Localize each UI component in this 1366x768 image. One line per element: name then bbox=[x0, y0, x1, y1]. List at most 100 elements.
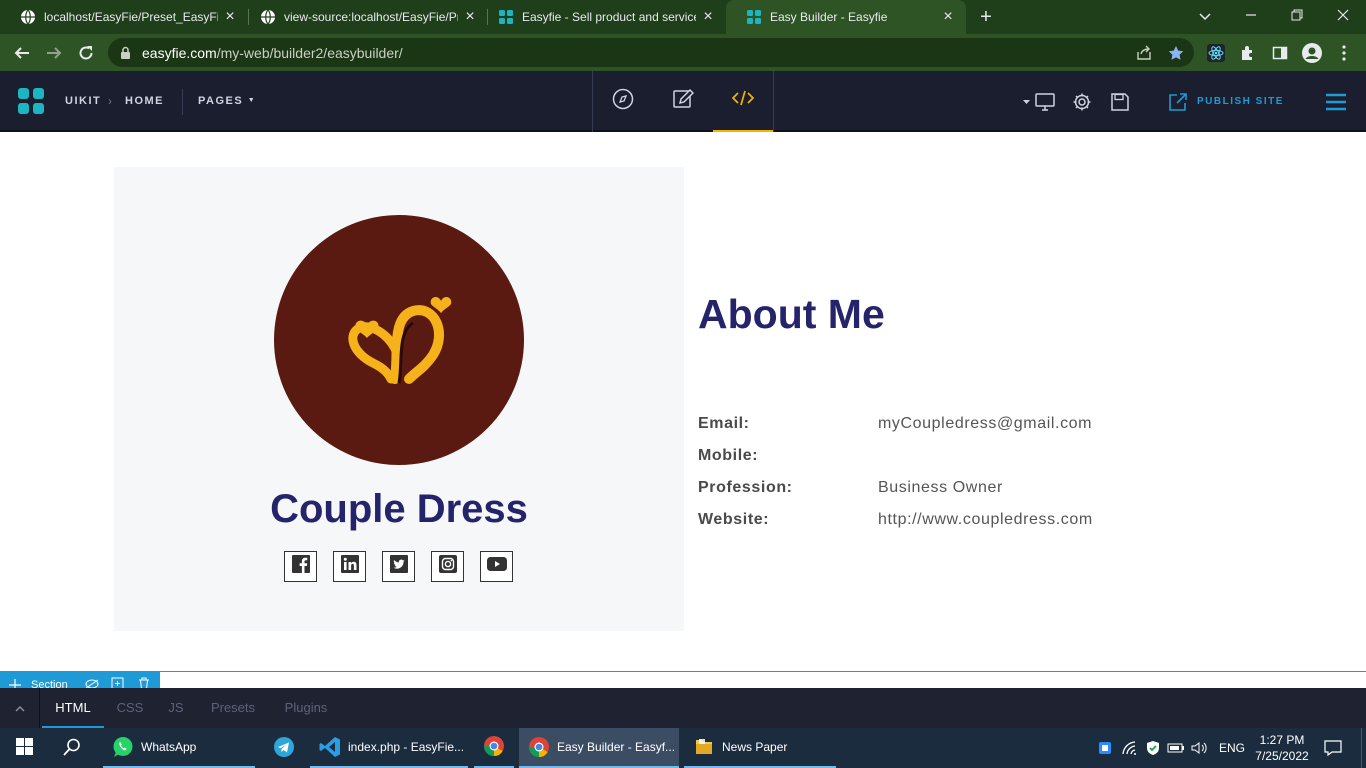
section-label: Section bbox=[31, 679, 68, 688]
publish-external-icon[interactable] bbox=[1166, 90, 1190, 114]
pages-label: PAGES bbox=[198, 95, 244, 107]
share-icon[interactable] bbox=[1134, 43, 1154, 63]
notifications-icon[interactable] bbox=[1323, 738, 1343, 758]
folder-icon bbox=[692, 735, 716, 759]
clock-time: 1:27 PM bbox=[1259, 733, 1305, 747]
linkedin-link[interactable] bbox=[333, 551, 366, 582]
search-button[interactable] bbox=[48, 728, 96, 768]
desktop-preview-icon[interactable] bbox=[1033, 90, 1057, 114]
profile-card: Couple Dress bbox=[114, 167, 684, 631]
builder-header: UIKIT › HOME PAGES ▼ PUBLISH SITE bbox=[0, 71, 1366, 132]
system-clock[interactable]: 1:27 PM 7/25/2022 bbox=[1251, 732, 1313, 764]
network-wifi-icon[interactable] bbox=[1120, 738, 1140, 758]
delete-trash-icon[interactable] bbox=[138, 677, 150, 688]
compass-icon bbox=[612, 88, 634, 115]
collapse-panel-button[interactable] bbox=[0, 688, 40, 728]
browser-tab-1[interactable]: localhost/EasyFie/Preset_EasyFie/ × bbox=[0, 0, 248, 34]
back-arrow-icon[interactable] bbox=[11, 42, 33, 64]
settings-gear-icon[interactable] bbox=[1070, 90, 1094, 114]
easyfie-logo-icon[interactable] bbox=[18, 88, 44, 119]
input-language[interactable]: ENG bbox=[1219, 741, 1245, 755]
browser-tab-4-active[interactable]: Easy Builder - Easyfie × bbox=[726, 0, 966, 34]
close-tab-icon[interactable]: × bbox=[700, 9, 716, 25]
builder-canvas: Couple Dress About Me Email: myCoupledre… bbox=[0, 133, 1366, 673]
facebook-link[interactable] bbox=[284, 551, 317, 582]
taskbar-app-whatsapp[interactable]: WhatsApp bbox=[103, 728, 255, 768]
browser-menu-icon[interactable] bbox=[1333, 42, 1355, 64]
app-label: WhatsApp bbox=[141, 740, 197, 754]
security-shield-icon[interactable] bbox=[1143, 738, 1163, 758]
new-tab-button[interactable]: + bbox=[976, 7, 996, 27]
volume-icon[interactable] bbox=[1190, 738, 1210, 758]
device-caret-down-icon[interactable] bbox=[1019, 90, 1033, 114]
instagram-link[interactable] bbox=[431, 551, 464, 582]
restore-icon[interactable] bbox=[1287, 6, 1307, 26]
info-value: http://www.coupledress.com bbox=[878, 511, 1093, 528]
info-value: Business Owner bbox=[878, 479, 1003, 496]
taskbar-app-vscode[interactable]: index.php - EasyFie... bbox=[310, 728, 468, 768]
taskbar-app-telegram[interactable] bbox=[264, 728, 304, 768]
youtube-link[interactable] bbox=[480, 551, 513, 582]
minimize-icon[interactable] bbox=[1241, 6, 1261, 26]
tab-presets[interactable]: Presets bbox=[203, 688, 263, 728]
battery-icon[interactable] bbox=[1166, 738, 1186, 758]
clock-date: 7/25/2022 bbox=[1255, 749, 1309, 763]
code-icon bbox=[731, 90, 755, 111]
tab-js[interactable]: JS bbox=[160, 688, 192, 728]
vscode-icon bbox=[318, 735, 342, 759]
forward-arrow-icon[interactable] bbox=[43, 42, 65, 64]
duplicate-icon[interactable] bbox=[111, 677, 125, 688]
tab-search-chevron-icon[interactable] bbox=[1195, 6, 1215, 26]
visibility-icon[interactable] bbox=[85, 679, 99, 688]
tab-css[interactable]: CSS bbox=[110, 688, 150, 728]
profile-avatar-icon[interactable] bbox=[1301, 42, 1323, 64]
app-label: Easy Builder - Easyf... bbox=[557, 740, 676, 754]
hamburger-menu-icon[interactable] bbox=[1324, 90, 1348, 114]
edit-mode-button[interactable] bbox=[653, 71, 713, 132]
linkedin-icon bbox=[340, 555, 359, 578]
start-button[interactable] bbox=[0, 728, 48, 768]
move-icon[interactable] bbox=[9, 679, 21, 688]
facebook-icon bbox=[291, 555, 310, 578]
app-label: index.php - EasyFie... bbox=[348, 740, 465, 754]
info-value: myCoupledress@gmail.com bbox=[878, 415, 1093, 432]
save-floppy-icon[interactable] bbox=[1108, 90, 1132, 114]
tab-plugins[interactable]: Plugins bbox=[276, 688, 336, 728]
close-tab-icon[interactable]: × bbox=[940, 9, 956, 25]
taskbar-app-chrome-builder[interactable]: Easy Builder - Easyf... bbox=[519, 728, 679, 768]
bookmark-star-icon[interactable] bbox=[1166, 43, 1186, 63]
pages-dropdown[interactable]: PAGES ▼ bbox=[198, 95, 256, 107]
compass-mode-button[interactable] bbox=[593, 71, 653, 132]
extensions-puzzle-icon[interactable] bbox=[1237, 42, 1259, 64]
reload-icon[interactable] bbox=[75, 42, 97, 64]
tab-html[interactable]: HTML bbox=[42, 688, 104, 728]
taskbar-app-news-paper[interactable]: News Paper bbox=[684, 728, 836, 768]
side-panel-icon[interactable] bbox=[1269, 42, 1291, 64]
address-bar[interactable]: easyfie.com/my-web/builder2/easybuilder/ bbox=[108, 38, 1194, 67]
react-devtools-icon[interactable] bbox=[1205, 42, 1227, 64]
code-editor-panel: HTML CSS JS Presets Plugins bbox=[0, 688, 1366, 728]
section-outline bbox=[0, 671, 1366, 672]
editor-mode-switcher bbox=[592, 71, 774, 132]
chevron-up-icon bbox=[15, 699, 25, 717]
breadcrumb-uikit[interactable]: UIKIT bbox=[65, 95, 101, 107]
taskbar-app-chrome[interactable] bbox=[474, 728, 514, 768]
profile-name-heading: Couple Dress bbox=[270, 487, 528, 531]
tray-app-icon[interactable] bbox=[1095, 738, 1115, 758]
publish-site-button[interactable]: PUBLISH SITE bbox=[1197, 96, 1284, 107]
browser-tab-2[interactable]: view-source:localhost/EasyFie/Pr × bbox=[240, 0, 488, 34]
show-desktop-button[interactable] bbox=[1361, 728, 1362, 768]
header-divider bbox=[182, 89, 183, 115]
tab-title: localhost/EasyFie/Preset_EasyFie/ bbox=[44, 10, 218, 24]
breadcrumb-home[interactable]: HOME bbox=[125, 95, 164, 107]
twitter-link[interactable] bbox=[382, 551, 415, 582]
section-toolbar[interactable]: Section bbox=[0, 672, 160, 688]
code-mode-button[interactable] bbox=[713, 71, 773, 132]
couple-hearts-logo-icon bbox=[329, 283, 469, 398]
url-host: easyfie.com bbox=[142, 45, 217, 61]
close-tab-icon[interactable]: × bbox=[222, 9, 238, 25]
close-tab-icon[interactable]: × bbox=[462, 9, 478, 25]
browser-tab-3[interactable]: Easyfie - Sell product and service × bbox=[478, 0, 726, 34]
tab-title: Easy Builder - Easyfie bbox=[770, 10, 888, 24]
close-window-icon[interactable] bbox=[1333, 6, 1353, 26]
